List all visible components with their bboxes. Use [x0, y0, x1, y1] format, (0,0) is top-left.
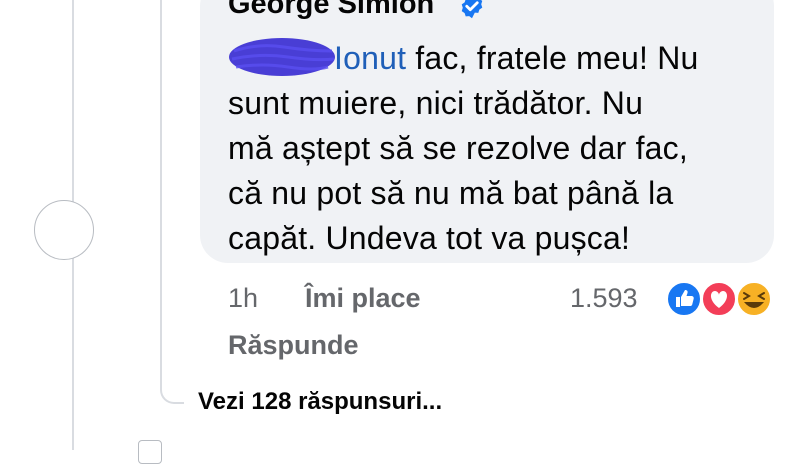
comment-line-1-text: fac, fratele meu! Nu: [406, 40, 699, 76]
love-icon: [701, 281, 737, 317]
reaction-count[interactable]: 1.593: [570, 283, 638, 314]
like-button[interactable]: Îmi place: [305, 283, 421, 314]
reply-button[interactable]: Răspunde: [228, 330, 359, 361]
comment-line-5: capăt. Undeva tot va pușca!: [228, 220, 631, 256]
comment-line-2: sunt muiere, nici trădător. Nu: [228, 85, 644, 121]
comment-timestamp[interactable]: 1h: [228, 283, 258, 314]
reply-branch-line: [160, 0, 184, 404]
reactions-summary[interactable]: [664, 280, 774, 318]
mention-link[interactable]: Ionut: [334, 40, 406, 76]
like-icon: [666, 281, 702, 317]
comment-text: Ionut fac, fratele meu! Nu sunt muiere, …: [228, 36, 758, 261]
next-comment-avatar[interactable]: [138, 440, 162, 464]
avatar[interactable]: [34, 200, 94, 260]
comment-line-1: Ionut fac, fratele meu! Nu: [228, 36, 758, 81]
view-replies-link[interactable]: Vezi 128 răspunsuri...: [198, 388, 442, 416]
haha-icon: [736, 281, 772, 317]
comment-line-4: că nu pot să nu mă bat până la: [228, 175, 674, 211]
comment-author[interactable]: George Simion: [228, 0, 434, 21]
redaction-scribble: [228, 37, 336, 77]
verified-badge-icon: [461, 0, 483, 19]
comment-line-3: mă aștept să se rezolve dar fac,: [228, 130, 688, 166]
